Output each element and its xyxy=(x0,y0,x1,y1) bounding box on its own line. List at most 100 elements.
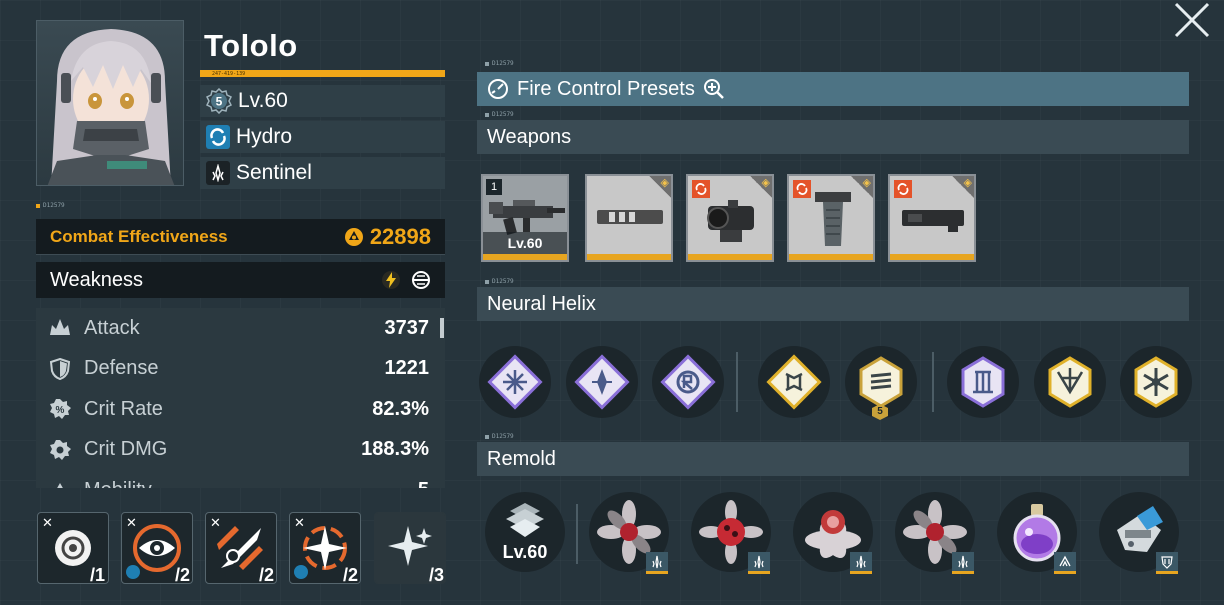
remold-emblem-icon xyxy=(506,503,544,537)
stat-value: 3737 xyxy=(384,316,430,339)
class-label: Sentinel xyxy=(236,161,312,184)
stat-row-defense: Defense 1221 xyxy=(36,349,445,390)
skill-count: /3 xyxy=(429,565,445,585)
hydro-mini-icon xyxy=(126,565,140,579)
stat-label: Mobility xyxy=(84,479,152,488)
optic-icon xyxy=(707,200,754,242)
helix-node-2[interactable] xyxy=(566,346,638,418)
weapons-label: Weapons xyxy=(487,125,572,148)
sentinel-mini-icon xyxy=(856,555,866,568)
stat-row-mobility: Mobility 5 xyxy=(36,470,445,488)
neural-helix-label: Neural Helix xyxy=(487,292,596,315)
rarity-stripe xyxy=(587,254,671,260)
attachment-slot-optic[interactable]: ◈ xyxy=(686,174,774,262)
helix-node-1[interactable] xyxy=(479,346,551,418)
close-button[interactable] xyxy=(1170,0,1214,40)
helix-node-8[interactable] xyxy=(1120,346,1192,418)
skill-count: /1 xyxy=(90,565,106,585)
helix-stack-icon xyxy=(859,356,903,408)
level-badge-icon: 5 xyxy=(206,88,232,114)
section-code: D12579 xyxy=(485,278,514,285)
weapon-level: Lv.60 xyxy=(483,232,567,254)
class-row: Sentinel xyxy=(200,157,445,189)
preset-gauge-icon xyxy=(488,79,508,99)
pierce-icon xyxy=(412,271,430,289)
remold-badge xyxy=(1054,552,1076,574)
helix-pillar-icon xyxy=(961,356,1005,408)
rarity-stripe xyxy=(890,254,974,260)
skill-count: /2 xyxy=(175,565,191,585)
fire-control-presets-button[interactable]: Fire Control Presets xyxy=(477,72,1189,106)
crit-rate-icon: % xyxy=(50,399,71,420)
helix-node-7[interactable] xyxy=(1034,346,1106,418)
helix-node-6[interactable] xyxy=(947,346,1019,418)
weakness-bar[interactable]: Weakness xyxy=(36,262,445,298)
preset-tag-icon xyxy=(793,180,811,198)
remold-level-node[interactable]: Lv.60 xyxy=(485,492,565,572)
upgrade-corner: ◈ xyxy=(649,176,671,198)
stat-label: Crit DMG xyxy=(84,438,168,461)
section-code: D12579 xyxy=(485,433,514,440)
attachment-slot-muzzle[interactable]: ◈ xyxy=(585,174,673,262)
stat-label: Defense xyxy=(84,357,159,380)
section-code: D12579 xyxy=(485,111,514,118)
remold-badge xyxy=(952,552,974,574)
character-name: Tololo xyxy=(204,28,298,63)
remold-badge xyxy=(1156,552,1178,574)
helix-divider xyxy=(736,352,738,412)
neural-helix-header: Neural Helix xyxy=(477,287,1189,321)
level-row: 5 Lv.60 xyxy=(200,85,445,117)
weapons-header: Weapons xyxy=(477,120,1189,154)
crit-dmg-icon xyxy=(50,439,71,460)
section-code-left: D12579 xyxy=(36,202,65,209)
vanguard-mini-icon xyxy=(1059,555,1071,566)
stat-label: Crit Rate xyxy=(84,397,163,420)
level-badge-number: 5 xyxy=(216,95,223,109)
shield-icon xyxy=(49,357,71,380)
remold-label: Remold xyxy=(487,447,556,470)
stat-value: 5 xyxy=(418,479,429,488)
combat-power-icon xyxy=(344,227,363,246)
weakness-label: Weakness xyxy=(50,268,144,291)
name-bar-code: 247-419-139 xyxy=(212,71,246,77)
main-weapon-slot[interactable]: 1 Lv.60 xyxy=(481,174,569,262)
remold-badge xyxy=(748,552,770,574)
helix-snowflake-icon xyxy=(1134,356,1178,408)
helix-compass-icon xyxy=(574,354,630,410)
stat-row-crit-rate: % Crit Rate 82.3% xyxy=(36,389,445,430)
remove-mark-icon: ✕ xyxy=(126,515,137,530)
target-ring-icon xyxy=(55,530,91,566)
stat-value: 188.3% xyxy=(361,438,429,461)
helix-bracket-icon xyxy=(766,354,822,410)
svg-text:%: % xyxy=(56,405,65,416)
rarity-stripe xyxy=(483,254,567,260)
stats-scrollbar[interactable] xyxy=(440,318,444,338)
sentinel-mini-icon xyxy=(958,555,968,568)
helix-node-3[interactable] xyxy=(652,346,724,418)
lightning-icon xyxy=(382,271,400,289)
preset-tag-icon xyxy=(894,180,912,198)
combat-effectiveness-bar: Combat Effectiveness 22898 xyxy=(36,219,445,255)
hydro-mini-icon xyxy=(294,565,308,579)
stat-row-attack: Attack 3737 xyxy=(36,308,445,349)
sentinel-mini-icon xyxy=(754,555,764,568)
zoom-in-icon xyxy=(703,79,724,99)
stat-label: Attack xyxy=(84,316,140,339)
stat-value: 1221 xyxy=(384,357,430,380)
hydro-icon xyxy=(206,125,230,149)
guardian-mini-icon xyxy=(1161,555,1173,569)
helix-node-4[interactable] xyxy=(758,346,830,418)
stats-list[interactable]: Attack 3737 Defense 1221 % Crit Rate 82.… xyxy=(36,308,445,488)
upgrade-corner: ◈ xyxy=(952,176,974,198)
helix-grid-icon xyxy=(487,354,543,410)
helix-r-icon xyxy=(660,354,716,410)
section-code: D12579 xyxy=(485,60,514,67)
remove-mark-icon: ✕ xyxy=(210,515,221,530)
remold-level: Lv.60 xyxy=(502,542,548,562)
skill-count: /2 xyxy=(343,565,359,585)
attachment-slot-grip[interactable]: ◈ xyxy=(787,174,875,262)
attachment-slot-magazine[interactable]: ◈ xyxy=(888,174,976,262)
element-row: Hydro xyxy=(200,121,445,153)
rarity-stripe xyxy=(688,254,772,260)
remold-header: Remold xyxy=(477,442,1189,476)
